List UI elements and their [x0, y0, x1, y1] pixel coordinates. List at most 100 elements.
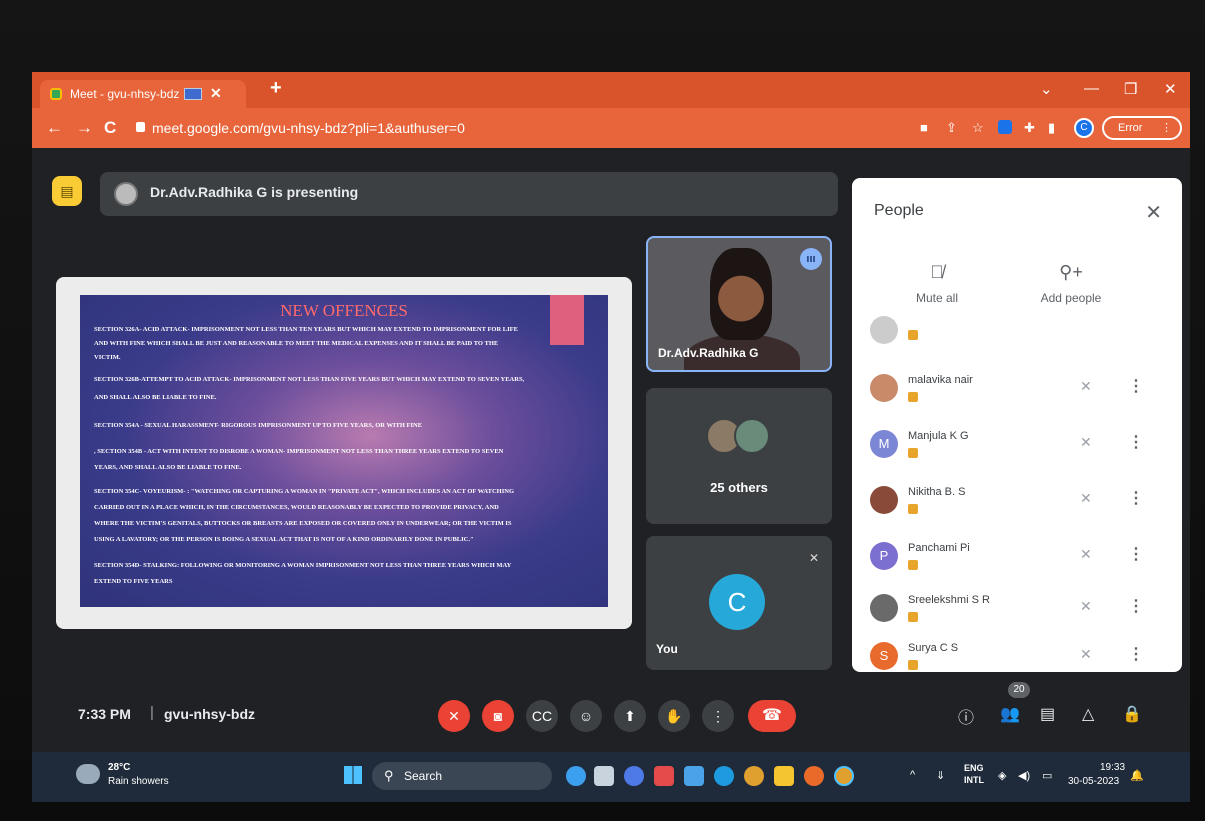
- list-item[interactable]: malavika nair ✕ ⋮: [870, 370, 1170, 424]
- lang-code: ENG: [964, 763, 984, 773]
- slide-line: CARRIED OUT IN A PLACE WHICH, IN THE CIR…: [94, 504, 499, 511]
- firefox-icon[interactable]: [804, 766, 824, 786]
- edge-icon[interactable]: [714, 766, 734, 786]
- presenting-text: Dr.Adv.Radhika G is presenting: [150, 184, 359, 200]
- tab-search-icon[interactable]: ⌄: [1040, 80, 1053, 98]
- mic-off-icon[interactable]: ✕: [1080, 378, 1092, 395]
- activities-icon[interactable]: △: [1082, 704, 1094, 724]
- close-icon[interactable]: ✕: [1145, 200, 1162, 225]
- profile-avatar[interactable]: C: [1074, 118, 1094, 138]
- star-icon[interactable]: ☆: [972, 120, 986, 135]
- more-vert-icon[interactable]: ⋮: [1128, 644, 1144, 664]
- presentation-icon[interactable]: ▤: [52, 176, 82, 206]
- teams-icon[interactable]: [624, 766, 644, 786]
- new-tab-icon[interactable]: +: [270, 77, 282, 100]
- list-item[interactable]: [870, 316, 1170, 350]
- start-icon[interactable]: [344, 766, 362, 784]
- more-vert-icon[interactable]: ⋮: [1128, 544, 1144, 564]
- avatar: [870, 374, 898, 402]
- presenter-name: Dr.Adv.Radhika G: [658, 346, 759, 360]
- participant-name: Sreelekshmi S R: [908, 594, 990, 606]
- slide-line: SECTION 326A- ACID ATTACK- IMPRISONMENT …: [94, 326, 518, 333]
- mic-toggle-button[interactable]: ✕: [438, 700, 470, 732]
- avatar: [870, 486, 898, 514]
- browser-tab[interactable]: Meet - gvu-nhsy-bdz ✕: [40, 80, 246, 108]
- forward-icon[interactable]: →: [76, 118, 93, 138]
- task-view-icon[interactable]: [594, 766, 614, 786]
- list-item[interactable]: S Surya C S ✕ ⋮: [870, 638, 1170, 672]
- camera-toggle-button[interactable]: ◙: [482, 700, 514, 732]
- error-button[interactable]: Error ⋮: [1102, 116, 1182, 140]
- reload-icon[interactable]: C: [104, 118, 116, 138]
- language-indicator[interactable]: ENG INTL: [964, 762, 984, 786]
- share-icon[interactable]: ⇪: [946, 120, 960, 135]
- maximize-icon[interactable]: ❐: [1124, 80, 1137, 98]
- captions-button[interactable]: CC: [526, 700, 558, 732]
- puzzle-icon[interactable]: ✚: [1024, 120, 1038, 135]
- avatar: P: [870, 542, 898, 570]
- avatar: [870, 316, 898, 344]
- info-icon[interactable]: ⓘ: [958, 704, 974, 728]
- participant-name: Surya C S: [908, 642, 959, 654]
- file-explorer-icon[interactable]: [774, 766, 794, 786]
- usb-icon[interactable]: ⇓: [936, 769, 945, 782]
- mute-all-button[interactable]: 🎙̸ Mute all: [882, 262, 992, 305]
- badge-icon: [908, 660, 918, 670]
- back-icon[interactable]: ←: [46, 118, 63, 138]
- self-label: You: [656, 642, 678, 656]
- mic-off-icon[interactable]: ✕: [1080, 646, 1092, 663]
- mic-off-icon[interactable]: ✕: [1080, 490, 1092, 507]
- list-item[interactable]: M Manjula K G ✕ ⋮: [870, 426, 1170, 480]
- camera-icon[interactable]: ■: [920, 120, 934, 135]
- tab-close-icon[interactable]: ✕: [210, 85, 222, 102]
- more-options-button[interactable]: ⋮: [702, 700, 734, 732]
- extension-icon[interactable]: [998, 120, 1012, 134]
- more-vert-icon: ⋮: [1161, 122, 1172, 134]
- slide-line: , SECTION 354B - ACT WITH INTENT TO DISR…: [94, 448, 504, 455]
- present-button[interactable]: ⬆: [614, 700, 646, 732]
- office-icon[interactable]: [654, 766, 674, 786]
- more-vert-icon[interactable]: ⋮: [1128, 432, 1144, 452]
- clock-time[interactable]: 19:33: [1100, 762, 1125, 773]
- list-item[interactable]: P Panchami Pi ✕ ⋮: [870, 538, 1170, 592]
- more-vert-icon[interactable]: ⋮: [1128, 596, 1144, 616]
- taskbar-search[interactable]: ⚲ Search: [372, 762, 552, 790]
- search-label: Search: [404, 769, 443, 783]
- chevron-up-icon[interactable]: ^: [910, 769, 915, 781]
- people-icon[interactable]: 👥: [1000, 704, 1020, 724]
- end-call-button[interactable]: ☎: [748, 700, 796, 732]
- more-vert-icon[interactable]: ⋮: [1128, 488, 1144, 508]
- chat-icon[interactable]: ▤: [1040, 704, 1055, 724]
- sidepanel-icon[interactable]: ▮: [1048, 120, 1062, 135]
- raise-hand-button[interactable]: ✋: [658, 700, 690, 732]
- others-tile[interactable]: 25 others: [646, 388, 832, 524]
- close-window-icon[interactable]: ✕: [1164, 80, 1177, 98]
- wifi-icon[interactable]: ◈: [998, 769, 1006, 782]
- list-item[interactable]: Nikitha B. S ✕ ⋮: [870, 482, 1170, 536]
- clock-date[interactable]: 30-05-2023: [1068, 776, 1119, 787]
- volume-icon[interactable]: ◀): [1018, 769, 1030, 782]
- more-vert-icon[interactable]: ⋮: [1128, 376, 1144, 396]
- host-controls-icon[interactable]: 🔒: [1122, 704, 1142, 724]
- chrome-icon[interactable]: [744, 766, 764, 786]
- list-item[interactable]: Sreelekshmi S R ✕ ⋮: [870, 590, 1170, 644]
- minimize-icon[interactable]: —: [1084, 80, 1099, 97]
- emoji-button[interactable]: ☺: [570, 700, 602, 732]
- participant-count-badge: 20: [1008, 682, 1030, 698]
- mic-off-icon[interactable]: ✕: [1080, 598, 1092, 615]
- mail-icon[interactable]: [684, 766, 704, 786]
- self-tile[interactable]: ✕ C You: [646, 536, 832, 670]
- badge-icon: [908, 560, 918, 570]
- notification-icon[interactable]: 🔔: [1130, 769, 1144, 782]
- url-field[interactable]: meet.google.com/gvu-nhsy-bdz?pli=1&authu…: [132, 114, 872, 142]
- presenter-tile[interactable]: ııı Dr.Adv.Radhika G: [646, 236, 832, 372]
- add-people-button[interactable]: ⚲+ Add people: [1016, 262, 1126, 305]
- meeting-time: 7:33 PM: [78, 706, 131, 722]
- participant-name: Manjula K G: [908, 430, 969, 442]
- copilot-icon[interactable]: [566, 766, 586, 786]
- mic-off-icon[interactable]: ✕: [1080, 434, 1092, 451]
- mic-off-icon[interactable]: ✕: [1080, 546, 1092, 563]
- battery-icon[interactable]: ▭: [1042, 769, 1052, 782]
- mic-off-icon: 🎙̸: [930, 262, 944, 282]
- chrome-active-icon[interactable]: [834, 766, 854, 786]
